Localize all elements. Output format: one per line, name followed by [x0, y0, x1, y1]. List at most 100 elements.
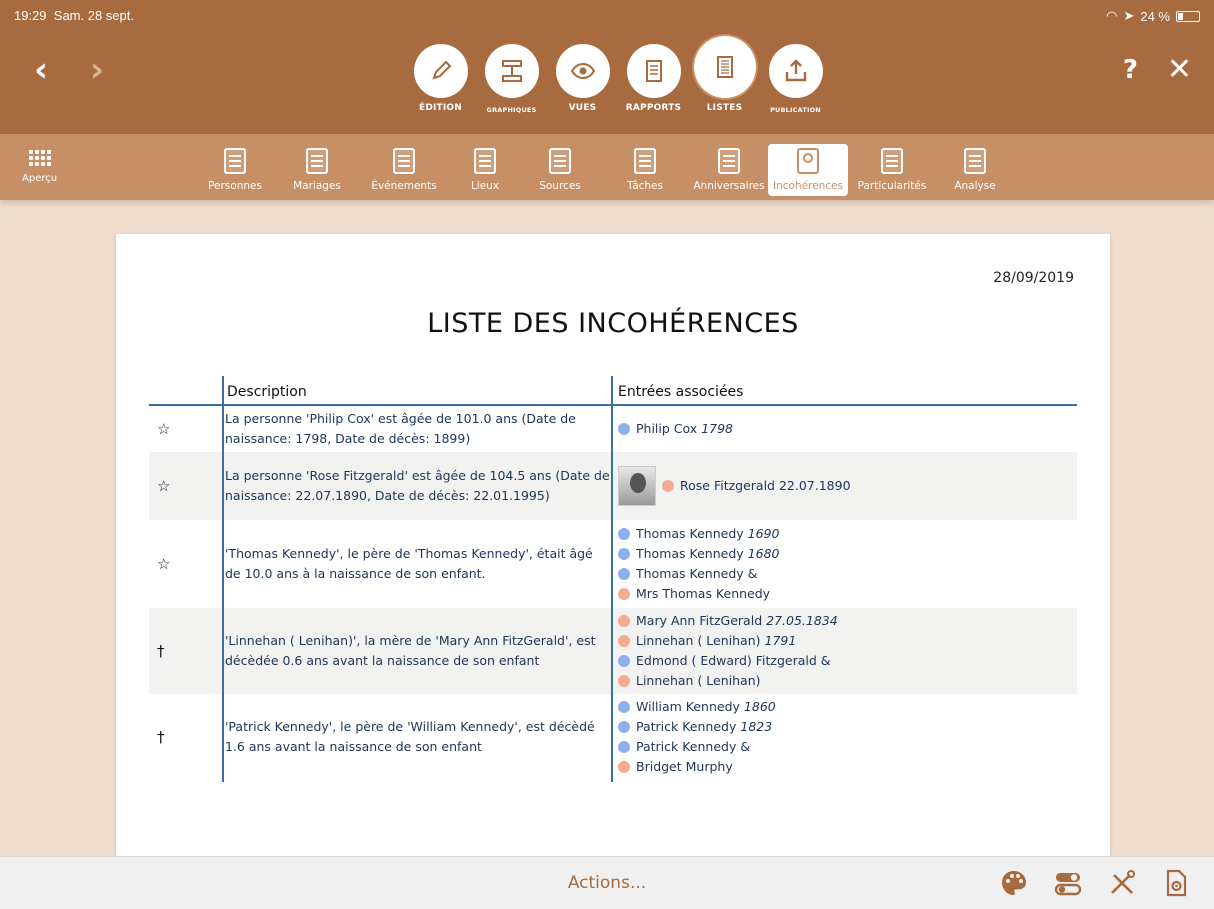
tab-mariages[interactable]: Mariages: [276, 144, 358, 196]
apercu-button[interactable]: Aperçu: [22, 150, 57, 184]
battery-percent: 24 %: [1140, 8, 1170, 24]
entry-name: Edmond ( Edward) Fitzgerald &: [636, 653, 831, 668]
tab-label: Événements: [371, 180, 437, 192]
mode-publication[interactable]: PUBLICATION: [760, 44, 831, 114]
table-row[interactable]: ☆ La personne 'Rose Fitzgerald' est âgée …: [149, 452, 1077, 520]
tab-incohérences[interactable]: Incohérences: [768, 144, 848, 196]
entry-name: Bridget Murphy: [636, 759, 733, 774]
tab-analyse[interactable]: Analyse: [936, 144, 1014, 196]
tab-événements[interactable]: Événements: [358, 144, 450, 196]
entry-link[interactable]: Thomas Kennedy 1680: [618, 544, 1071, 564]
mode-listes[interactable]: LISTES: [689, 36, 760, 114]
tab-label: Analyse: [954, 180, 996, 192]
mode-rapports[interactable]: RAPPORTS: [618, 44, 689, 114]
table-row[interactable]: † 'Linnehan ( Lenihan)', la mère de 'Mary…: [149, 608, 1077, 694]
tab-sources[interactable]: Sources: [520, 144, 600, 196]
forward-button[interactable]: ›: [90, 50, 104, 90]
header-entries: Entrées associées: [618, 384, 744, 400]
entry-date: 1798: [701, 421, 733, 436]
entry-link[interactable]: Mary Ann FitzGerald 27.05.1834: [618, 611, 1071, 631]
table-body: ☆ La personne 'Philip Cox' est âgée de 10…: [149, 406, 1077, 780]
palette-icon[interactable]: [998, 867, 1030, 899]
pencil-icon: [413, 44, 468, 98]
male-dot-icon: [618, 548, 630, 560]
row-description: 'Thomas Kennedy', le père de 'Thomas Ken…: [225, 546, 593, 581]
tab-label: Tâches: [627, 180, 663, 192]
mode-label: VUES: [568, 103, 597, 113]
list-doc-icon: [881, 148, 903, 174]
table-row[interactable]: ☆ La personne 'Philip Cox' est âgée de 10…: [149, 406, 1077, 452]
close-button[interactable]: ✕: [1167, 52, 1192, 87]
back-button[interactable]: ‹: [34, 50, 48, 90]
mode-label: RAPPORTS: [625, 103, 682, 113]
table-row[interactable]: † 'Patrick Kennedy', le père de 'William …: [149, 694, 1077, 780]
tab-label: Sources: [539, 180, 581, 192]
entry-name: Patrick Kennedy: [636, 719, 737, 734]
list-doc-icon: [964, 148, 986, 174]
entry-link[interactable]: Edmond ( Edward) Fitzgerald &: [618, 651, 1071, 671]
list-doc-icon: [474, 148, 496, 174]
tab-label: Anniversaires: [693, 180, 765, 192]
apercu-label: Aperçu: [22, 173, 58, 184]
entry-link[interactable]: Thomas Kennedy &: [618, 564, 1071, 584]
tab-label: Personnes: [208, 180, 262, 192]
entry-link[interactable]: Linnehan ( Lenihan): [618, 671, 1071, 691]
entry-link[interactable]: William Kennedy 1860: [618, 697, 1071, 717]
mode-graphiques[interactable]: GRAPHIQUES: [476, 44, 547, 114]
tab-lieux[interactable]: Lieux: [450, 144, 520, 196]
row-entries: Rose Fitzgerald 22.07.1890: [612, 452, 1077, 520]
tab-particularités[interactable]: Particularités: [848, 144, 936, 196]
entry-name: Philip Cox: [636, 421, 698, 436]
entry-link[interactable]: Bridget Murphy: [618, 757, 1071, 777]
entry-date: 27.05.1834: [766, 613, 838, 628]
top-toolbar: 19:29 Sam. 28 sept. ◠ ➤ 24 % ‹ › ÉDITION…: [0, 0, 1214, 134]
row-entries: Thomas Kennedy 1690 Thomas Kennedy 1680 Thom…: [612, 520, 1077, 608]
list-doc-icon: [393, 148, 415, 174]
list-doc-icon: [224, 148, 246, 174]
female-dot-icon: [662, 480, 674, 492]
mode-label: GRAPHIQUES: [486, 106, 537, 114]
row-description: La personne 'Rose Fitzgerald' est âgée d…: [225, 468, 610, 503]
tab-anniversaires[interactable]: Anniversaires: [690, 144, 768, 196]
entry-link[interactable]: Linnehan ( Lenihan) 1791: [618, 631, 1071, 651]
entry-name: Mary Ann FitzGerald: [636, 613, 763, 628]
entry-link[interactable]: Patrick Kennedy &: [618, 737, 1071, 757]
female-dot-icon: [618, 635, 630, 647]
row-description: 'Linnehan ( Lenihan)', la mère de 'Mary …: [225, 633, 596, 668]
row-entries: Philip Cox 1798: [612, 406, 1077, 452]
document-settings-icon[interactable]: [1160, 867, 1192, 899]
male-dot-icon: [618, 721, 630, 733]
tab-label: Lieux: [470, 180, 500, 192]
tab-tâches[interactable]: Tâches: [600, 144, 690, 196]
entry-link[interactable]: Mrs Thomas Kennedy: [618, 584, 1071, 604]
row-description: 'Patrick Kennedy', le père de 'William K…: [225, 719, 595, 754]
tab-label: Mariages: [293, 180, 341, 192]
entry-link[interactable]: Patrick Kennedy 1823: [618, 717, 1071, 737]
tab-personnes[interactable]: Personnes: [194, 144, 276, 196]
tools-icon[interactable]: [1106, 867, 1138, 899]
tab-label: Incohérences: [773, 180, 843, 192]
report-title: LISTE DES INCOHÉRENCES: [427, 308, 799, 339]
help-button[interactable]: ?: [1123, 55, 1138, 85]
star-icon: ☆: [157, 420, 171, 438]
inconsistencies-table: Description Entrées associées ☆ La person…: [149, 376, 1077, 780]
male-dot-icon: [618, 655, 630, 667]
star-icon: ☆: [157, 477, 171, 495]
toggle-settings-icon[interactable]: [1052, 867, 1084, 899]
column-divider: [611, 376, 613, 782]
mode-édition[interactable]: ÉDITION: [405, 44, 476, 114]
entry-link[interactable]: Philip Cox 1798: [618, 419, 1071, 439]
entry-link[interactable]: Rose Fitzgerald 22.07.1890: [662, 476, 851, 496]
location-icon: ➤: [1123, 8, 1135, 23]
table-row[interactable]: ☆ 'Thomas Kennedy', le père de 'Thomas Ke…: [149, 520, 1077, 608]
entry-name: William Kennedy: [636, 699, 740, 714]
list-doc-icon: [549, 148, 571, 174]
list-type-tabs: Personnes Mariages Événements Lieux Sources T…: [194, 144, 1014, 196]
lists-toolbar: Aperçu Personnes Mariages Événements Lieux S…: [0, 134, 1214, 200]
cross-icon: †: [157, 728, 165, 746]
entry-name: Mrs Thomas Kennedy: [636, 586, 771, 601]
mode-vues[interactable]: VUES: [547, 44, 618, 114]
entry-name: Linnehan ( Lenihan): [636, 673, 761, 688]
entry-name: Thomas Kennedy &: [636, 566, 758, 581]
entry-link[interactable]: Thomas Kennedy 1690: [618, 524, 1071, 544]
